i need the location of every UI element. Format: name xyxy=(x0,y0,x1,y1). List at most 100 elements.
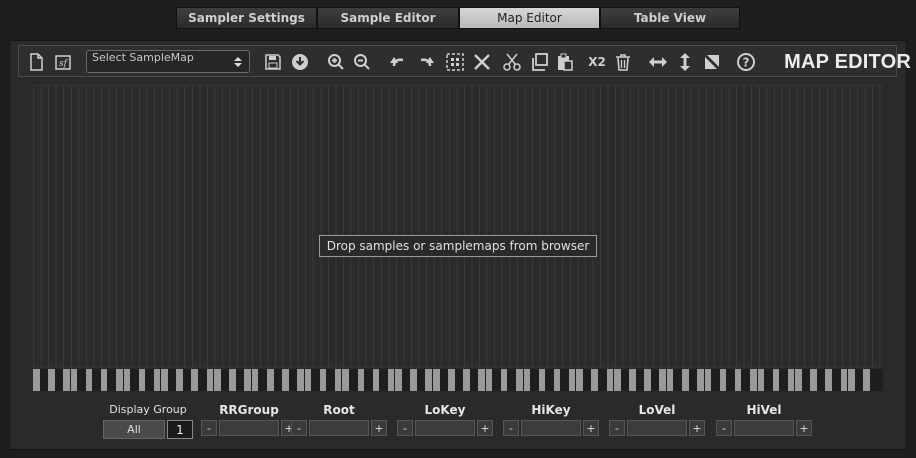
save-icon[interactable] xyxy=(262,51,284,73)
piano-key-white[interactable] xyxy=(500,369,509,391)
script-icon[interactable]: sf xyxy=(52,51,74,73)
piano-key-white[interactable] xyxy=(357,369,366,391)
zoom-in-icon[interactable] xyxy=(325,51,347,73)
lovel-increment-button[interactable]: + xyxy=(689,420,705,436)
piano-key-white[interactable] xyxy=(840,369,849,391)
piano-key-white[interactable] xyxy=(138,369,147,391)
root-decrement-button[interactable]: - xyxy=(291,420,307,436)
piano-key-black[interactable] xyxy=(621,369,630,391)
piano-key-black[interactable] xyxy=(455,369,464,391)
new-file-icon[interactable] xyxy=(25,51,47,73)
hikey-increment-button[interactable]: + xyxy=(583,420,599,436)
piano-key-black[interactable] xyxy=(583,369,592,391)
hivel-field[interactable] xyxy=(734,420,794,436)
piano-key-white[interactable] xyxy=(244,369,252,391)
rrgroup-field[interactable] xyxy=(219,420,279,436)
piano-key-black[interactable] xyxy=(765,369,773,391)
piano-key-black[interactable] xyxy=(470,369,479,391)
piano-key-white[interactable] xyxy=(659,369,667,391)
piano-key-white[interactable] xyxy=(591,369,600,391)
piano-key-white[interactable] xyxy=(319,369,328,391)
display-group-all-button[interactable]: All xyxy=(103,420,165,439)
piano-key-white[interactable] xyxy=(282,369,290,391)
lovel-decrement-button[interactable]: - xyxy=(609,420,625,436)
piano-key-white[interactable] xyxy=(206,369,215,391)
piano-key-black[interactable] xyxy=(402,369,411,391)
piano-key-white[interactable] xyxy=(787,369,796,391)
piano-key-white[interactable] xyxy=(48,369,56,391)
piano-key-white[interactable] xyxy=(734,369,743,391)
piano-key-black[interactable] xyxy=(636,369,645,391)
piano-key-black[interactable] xyxy=(236,369,245,391)
piano-key-white[interactable] xyxy=(697,369,705,391)
piano-key-black[interactable] xyxy=(817,369,826,391)
piano-key-black[interactable] xyxy=(78,369,86,391)
piano-key-white[interactable] xyxy=(606,369,615,391)
piano-key-white[interactable] xyxy=(176,369,184,391)
piano-key-white[interactable] xyxy=(810,369,818,391)
piano-key-black[interactable] xyxy=(508,369,516,391)
piano-key-white[interactable] xyxy=(334,369,343,391)
tab-sample-editor[interactable]: Sample Editor xyxy=(317,7,459,29)
piano-key-black[interactable] xyxy=(312,369,320,391)
piano-key-black[interactable] xyxy=(870,369,879,391)
root-field[interactable] xyxy=(309,420,369,436)
piano-key-white[interactable] xyxy=(70,369,79,391)
piano-key-white[interactable] xyxy=(266,369,275,391)
piano-key-black[interactable] xyxy=(742,369,750,391)
piano-key-white[interactable] xyxy=(757,369,766,391)
cut-icon[interactable] xyxy=(501,51,523,73)
piano-key-white[interactable] xyxy=(251,369,260,391)
piano-key-white[interactable] xyxy=(666,369,675,391)
hikey-field[interactable] xyxy=(521,420,581,436)
piano-key-white[interactable] xyxy=(749,369,758,391)
tab-table-view[interactable]: Table View xyxy=(600,7,740,29)
piano-keyboard[interactable] xyxy=(33,369,883,391)
piano-key-white[interactable] xyxy=(553,369,562,391)
hikey-decrement-button[interactable]: - xyxy=(503,420,519,436)
piano-key-black[interactable] xyxy=(274,369,283,391)
piano-key-white[interactable] xyxy=(523,369,532,391)
piano-key-white[interactable] xyxy=(848,369,856,391)
hivel-increment-button[interactable]: + xyxy=(796,420,812,436)
piano-key-white[interactable] xyxy=(85,369,94,391)
delete-x-icon[interactable] xyxy=(471,51,493,73)
piano-key-white[interactable] xyxy=(191,369,200,391)
piano-key-white[interactable] xyxy=(568,369,577,391)
piano-key-black[interactable] xyxy=(259,369,267,391)
fill-horizontal-icon[interactable] xyxy=(647,51,669,73)
piano-key-black[interactable] xyxy=(855,369,864,391)
piano-key-white[interactable] xyxy=(123,369,132,391)
piano-key-black[interactable] xyxy=(832,369,841,391)
lokey-increment-button[interactable]: + xyxy=(477,420,493,436)
piano-key-black[interactable] xyxy=(40,369,49,391)
samplemap-select[interactable]: Select SampleMap xyxy=(86,50,250,73)
sample-map-grid[interactable]: Drop samples or samplemaps from browser xyxy=(33,85,883,368)
piano-key-white[interactable] xyxy=(863,369,871,391)
piano-key-black[interactable] xyxy=(689,369,698,391)
select-all-icon[interactable] xyxy=(444,51,466,73)
piano-key-white[interactable] xyxy=(629,369,637,391)
zoom-out-icon[interactable] xyxy=(351,51,373,73)
piano-key-white[interactable] xyxy=(478,369,486,391)
piano-key-white[interactable] xyxy=(614,369,622,391)
rrgroup-decrement-button[interactable]: - xyxy=(201,420,217,436)
lokey-field[interactable] xyxy=(415,420,475,436)
piano-key-black[interactable] xyxy=(561,369,569,391)
copy-icon[interactable] xyxy=(528,51,550,73)
piano-key-black[interactable] xyxy=(108,369,117,391)
fill-vertical-icon[interactable] xyxy=(674,51,696,73)
piano-key-black[interactable] xyxy=(55,369,64,391)
paste-icon[interactable] xyxy=(554,51,576,73)
piano-key-black[interactable] xyxy=(802,369,811,391)
piano-key-white[interactable] xyxy=(463,369,471,391)
piano-key-white[interactable] xyxy=(772,369,781,391)
redo-icon[interactable] xyxy=(415,51,437,73)
lokey-decrement-button[interactable]: - xyxy=(397,420,413,436)
piano-key-white[interactable] xyxy=(485,369,494,391)
piano-key-black[interactable] xyxy=(365,369,373,391)
piano-key-white[interactable] xyxy=(719,369,728,391)
piano-key-white[interactable] xyxy=(395,369,403,391)
piano-key-white[interactable] xyxy=(576,369,584,391)
piano-key-white[interactable] xyxy=(100,369,109,391)
